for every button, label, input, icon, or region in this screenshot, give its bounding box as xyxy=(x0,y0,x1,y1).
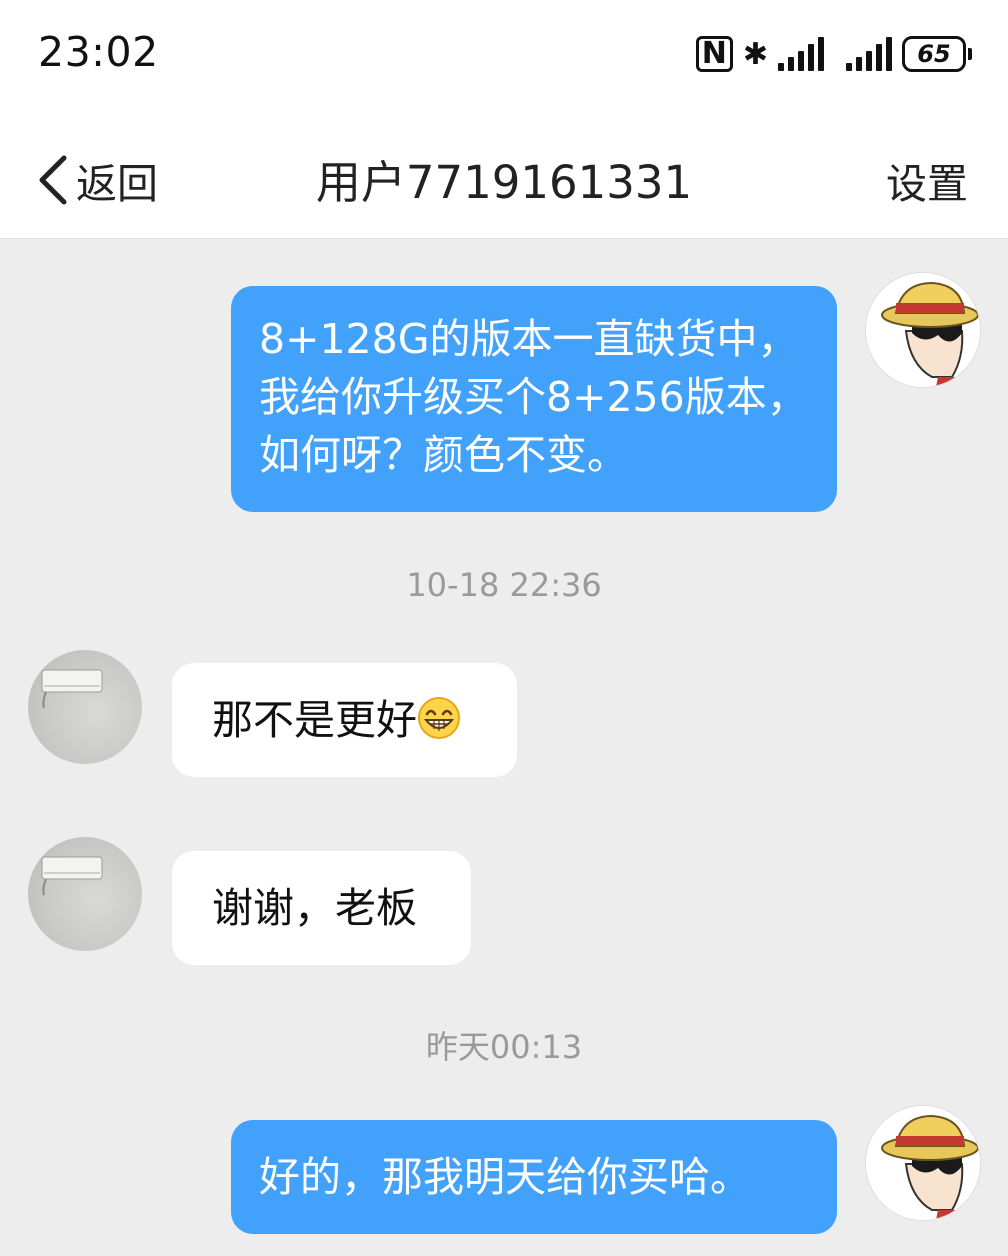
battery-level: 65 xyxy=(902,36,966,72)
message-text: 8+128G的版本一直缺货中，我给你升级买个8+256版本，如何呀？颜色不变。 xyxy=(259,315,808,479)
nav-bar: 返回 用户7719161331 设置 xyxy=(0,110,1008,239)
chat-title: 用户7719161331 xyxy=(315,156,693,209)
message-bubble-received[interactable]: 谢谢，老板 xyxy=(172,851,471,965)
message-text: 谢谢，老板 xyxy=(212,884,417,932)
my-avatar[interactable] xyxy=(865,272,981,388)
timestamp: 10-18 22:36 xyxy=(406,566,602,604)
grinning-face-emoji-icon xyxy=(418,697,460,739)
air-conditioner-photo-icon xyxy=(41,669,103,709)
message-bubble-sent[interactable]: 8+128G的版本一直缺货中，我给你升级买个8+256版本，如何呀？颜色不变。 xyxy=(231,286,837,512)
signal-2-icon xyxy=(846,37,892,71)
straw-hat-avatar-icon xyxy=(866,1106,980,1220)
signal-1-icon xyxy=(778,37,824,71)
message-bubble-sent[interactable]: 好的，那我明天给你买哈。 xyxy=(231,1120,837,1234)
status-bar: 23:02 N ✱ 65 xyxy=(0,0,1008,110)
air-conditioner-photo-icon xyxy=(41,856,103,896)
battery-icon: 65 xyxy=(902,36,972,72)
straw-hat-avatar-icon xyxy=(866,273,980,387)
timestamp: 昨天00:13 xyxy=(425,1028,583,1066)
bluetooth-icon: ✱ xyxy=(742,36,768,72)
message-bubble-received[interactable]: 那不是更好 xyxy=(172,663,517,777)
contact-avatar[interactable] xyxy=(28,837,142,951)
status-time: 23:02 xyxy=(38,28,159,76)
my-avatar[interactable] xyxy=(865,1105,981,1221)
system-icons: N ✱ 65 xyxy=(695,34,972,74)
nfc-icon: N xyxy=(695,36,733,72)
settings-button[interactable]: 设置 xyxy=(886,150,968,210)
message-text: 那不是更好 xyxy=(212,696,417,744)
message-text: 好的，那我明天给你买哈。 xyxy=(259,1153,751,1201)
contact-avatar[interactable] xyxy=(28,650,142,764)
